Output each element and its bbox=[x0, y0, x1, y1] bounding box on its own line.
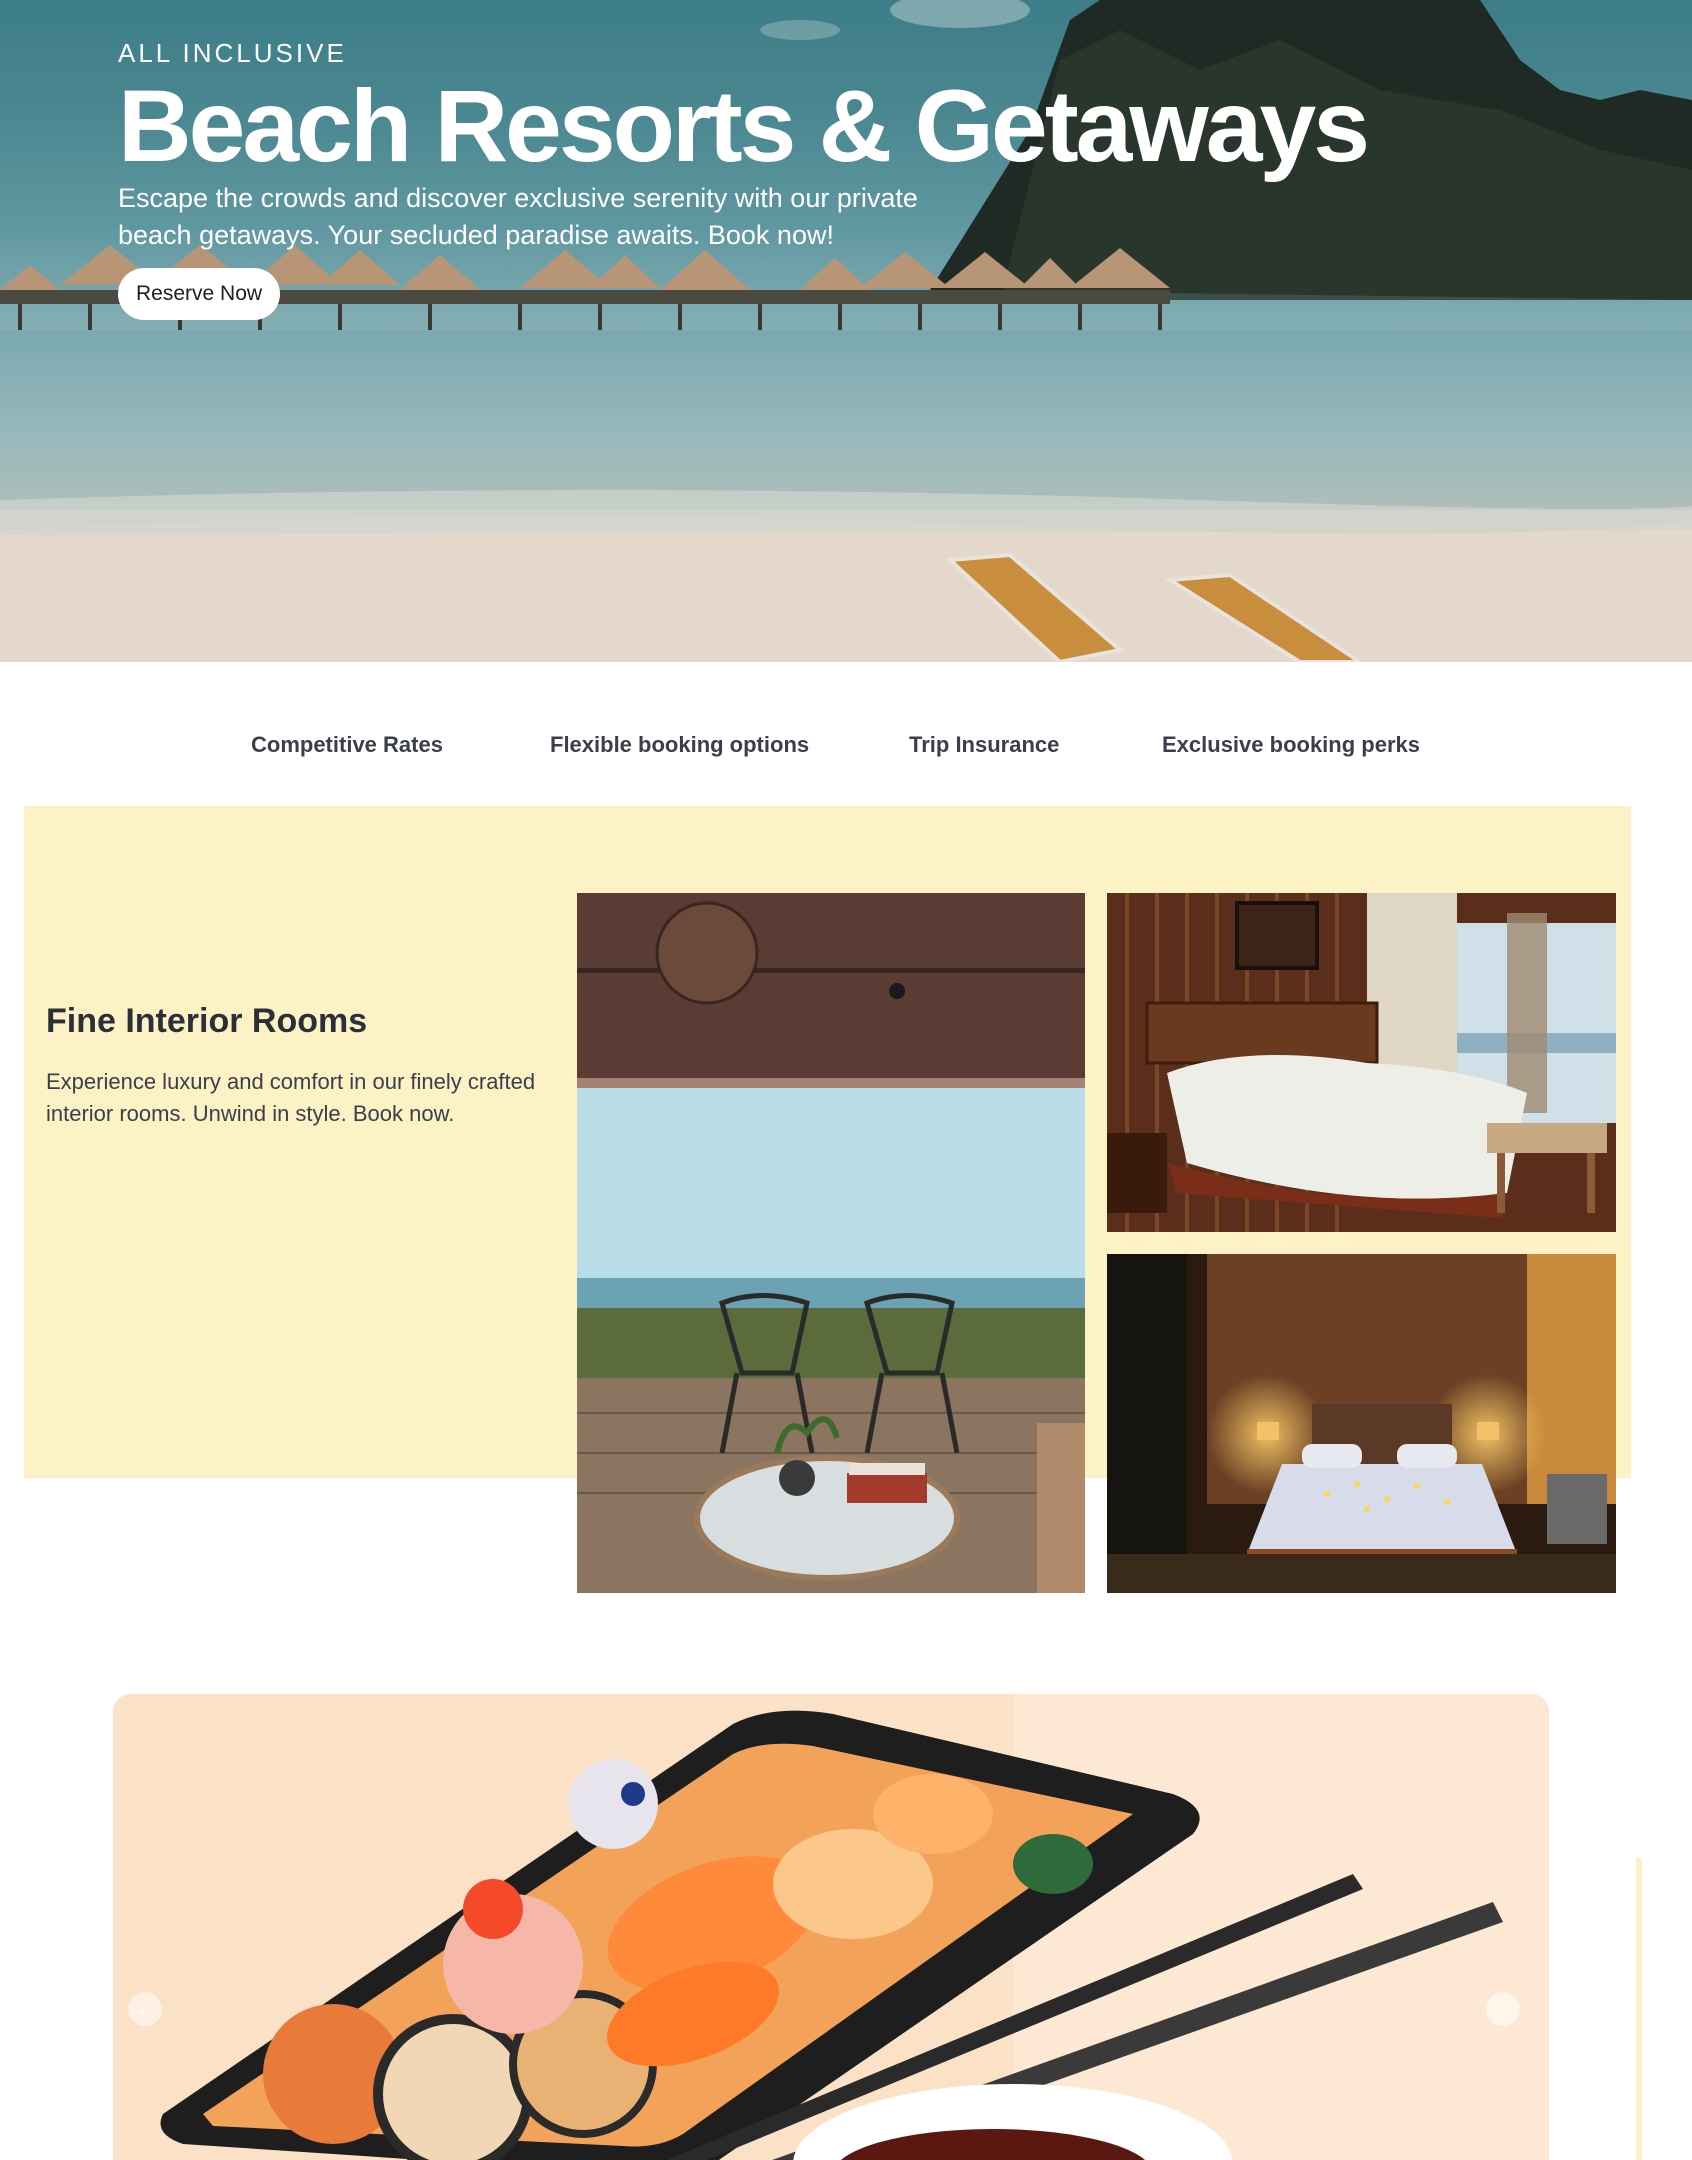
side-accent-strip bbox=[1636, 1858, 1642, 2160]
carousel-next-button[interactable]: → bbox=[1486, 1992, 1520, 2026]
feature-flexible-booking: Flexible booking options bbox=[550, 732, 810, 757]
page: ALL INCLUSIVE Beach Resorts & Getaways E… bbox=[0, 0, 1692, 2160]
rooms-text-block: Fine Interior Rooms Experience luxury an… bbox=[46, 1000, 546, 1130]
hero-eyebrow: ALL INCLUSIVE bbox=[118, 38, 347, 68]
carousel-prev-button[interactable]: ← bbox=[128, 1992, 162, 2026]
hero-title: Beach Resorts & Getaways bbox=[118, 69, 1370, 183]
reserve-now-button[interactable]: Reserve Now bbox=[118, 268, 281, 320]
feature-competitive-rates: Competitive Rates bbox=[251, 732, 443, 757]
arrow-left-icon: ← bbox=[135, 1997, 155, 2020]
hero-description: Escape the crowds and discover exclusive… bbox=[118, 183, 918, 250]
rooms-description: Experience luxury and comfort in our fin… bbox=[46, 1069, 536, 1126]
sushi-photo bbox=[113, 1694, 1549, 2160]
bedroom-photo-2 bbox=[1107, 1254, 1616, 1593]
bedroom-photo-1 bbox=[1107, 893, 1616, 1232]
terrace-photo bbox=[577, 893, 1085, 1593]
features-bar: Competitive Rates Flexible booking optio… bbox=[0, 722, 1692, 772]
feature-trip-insurance: Trip Insurance bbox=[909, 732, 1060, 757]
rooms-title: Fine Interior Rooms bbox=[46, 1002, 368, 1040]
arrow-right-icon: → bbox=[1493, 1997, 1513, 2020]
feature-exclusive-perks: Exclusive booking perks bbox=[1162, 732, 1420, 757]
food-carousel: ← → bbox=[113, 1694, 1549, 2160]
hero-section: ALL INCLUSIVE Beach Resorts & Getaways E… bbox=[0, 0, 1692, 662]
hero-content: ALL INCLUSIVE Beach Resorts & Getaways E… bbox=[118, 36, 1618, 320]
